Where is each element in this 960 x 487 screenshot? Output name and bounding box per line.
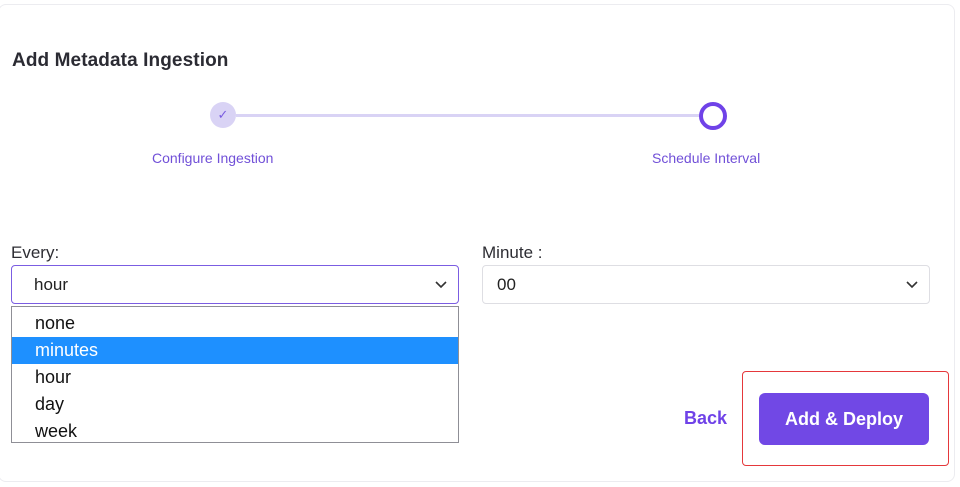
every-option-day[interactable]: day — [12, 391, 458, 418]
chevron-down-icon — [906, 281, 918, 289]
check-icon: ✓ — [217, 107, 229, 122]
add-and-deploy-button[interactable]: Add & Deploy — [759, 393, 929, 445]
step-configure-ingestion-label: Configure Ingestion — [152, 150, 274, 166]
every-select[interactable]: hour — [11, 265, 459, 304]
every-option-hour[interactable]: hour — [12, 364, 458, 391]
chevron-down-icon — [435, 281, 447, 289]
every-option-minutes[interactable]: minutes — [12, 337, 458, 364]
every-option-none[interactable]: none — [12, 310, 458, 337]
every-dropdown-list: none minutes hour day week — [11, 306, 459, 443]
step-configure-ingestion-indicator: ✓ — [210, 102, 236, 128]
every-label: Every: — [11, 243, 60, 262]
minute-select-value: 00 — [497, 274, 516, 294]
minute-label: Minute : — [482, 243, 543, 262]
step-schedule-interval-indicator — [699, 102, 727, 130]
step-schedule-interval-label: Schedule Interval — [652, 150, 761, 166]
minute-select[interactable]: 00 — [482, 265, 930, 304]
stepper-track — [236, 114, 700, 117]
every-select-value: hour — [34, 274, 69, 294]
back-button[interactable]: Back — [684, 408, 727, 429]
every-option-week[interactable]: week — [12, 418, 458, 445]
page-title: Add Metadata Ingestion — [12, 50, 229, 71]
